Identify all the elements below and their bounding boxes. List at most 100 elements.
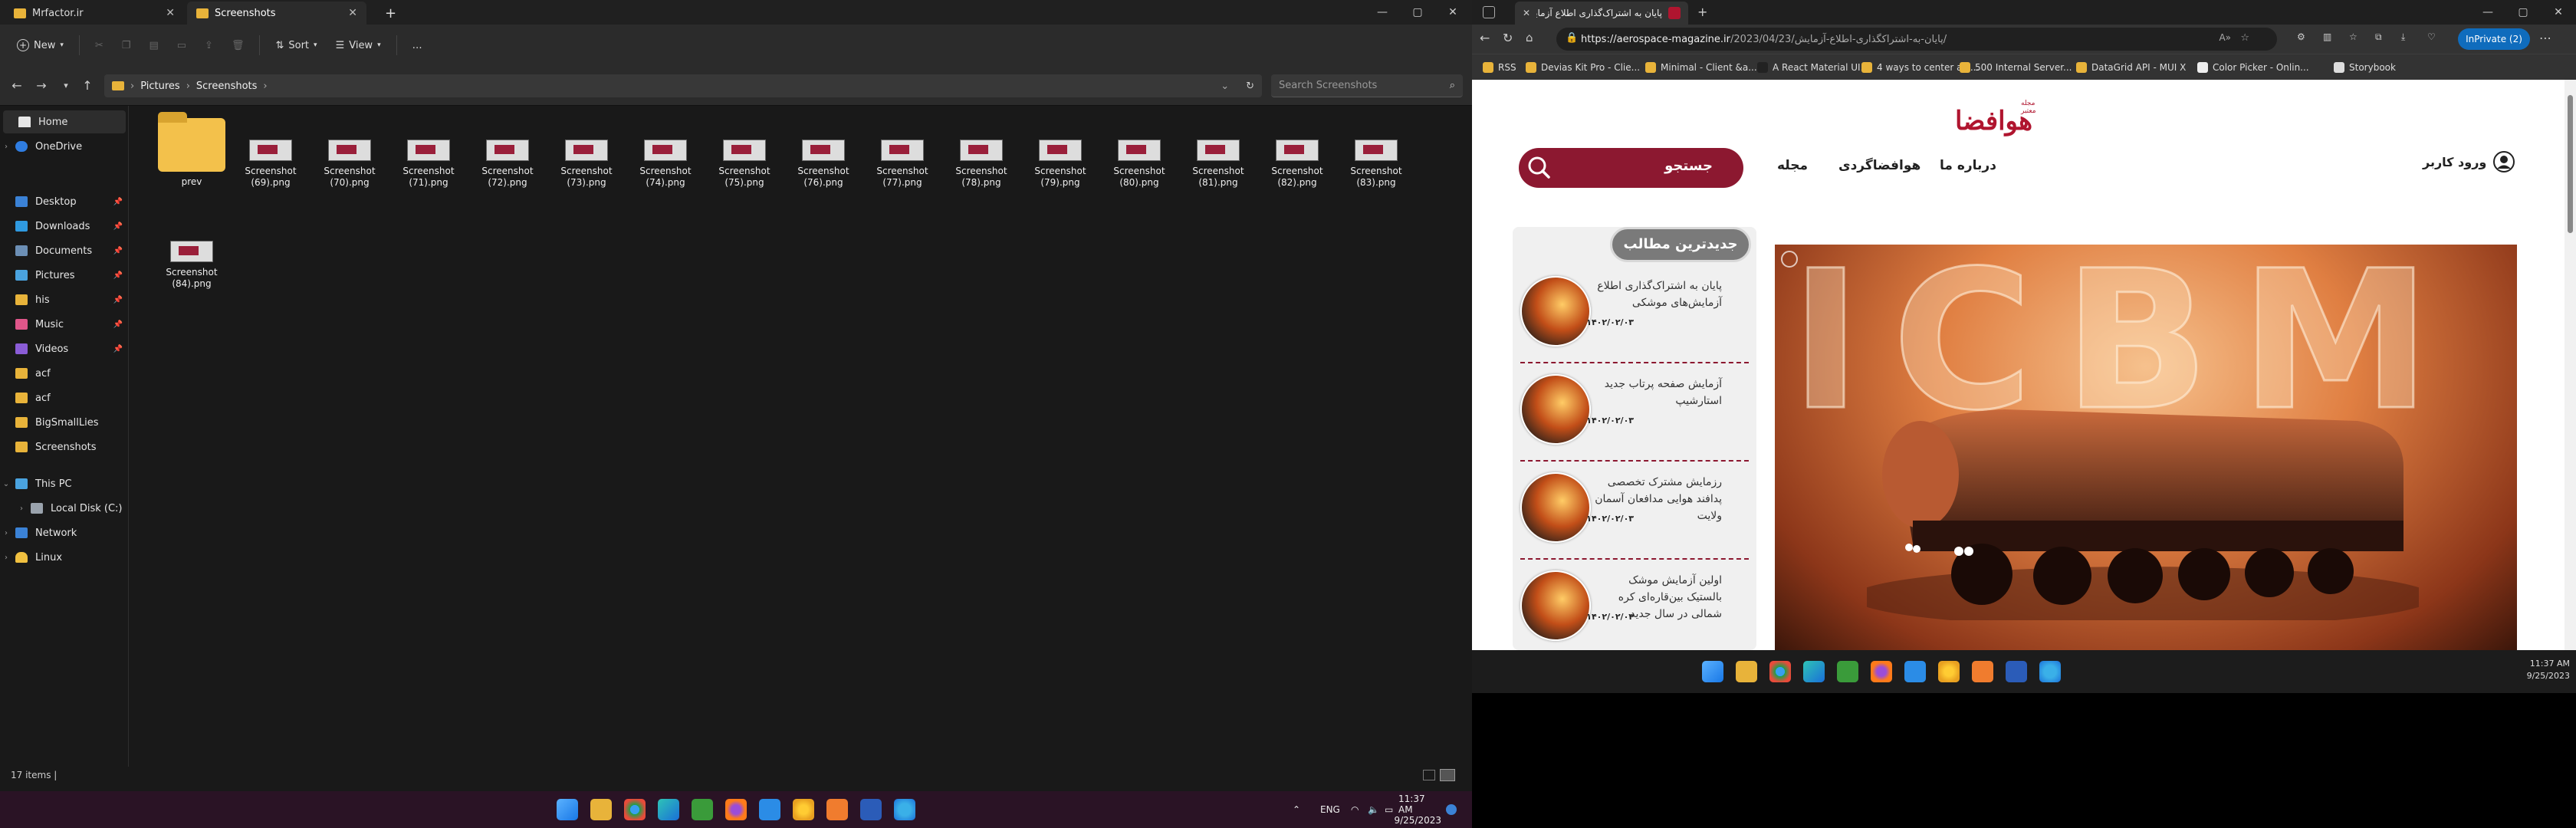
scrollbar-thumb[interactable] [2568,95,2573,233]
article-title[interactable]: آزمایش صفحه پرتاب جدید استارشیپ [1593,376,1722,409]
sort-button[interactable]: ⇅ Sort ▾ [268,32,324,58]
nav-local-disk[interactable]: › Local Disk (C:) [0,497,129,520]
article-card[interactable]: رزمایش مشترک تخصصی پدافند هوایی مدافعان … [1513,462,1756,560]
split-screen-icon[interactable]: ▥ [2323,31,2331,42]
bookmark-item[interactable]: A React Material UI... [1757,61,1869,74]
nav-quick-item[interactable]: Screenshots [0,435,129,458]
favorites-icon[interactable]: ☆ [2349,31,2358,42]
close-window-button[interactable]: ✕ [1435,0,1470,25]
forward-button[interactable]: → [31,77,52,95]
bookmark-item[interactable]: Devias Kit Pro - Clie... [1526,61,1640,74]
delete-button[interactable]: 🗑 [224,32,252,58]
edge-icon[interactable] [1803,661,1825,682]
nav-quick-item[interactable]: acf [0,362,129,385]
word-icon[interactable] [2006,661,2027,682]
firefox-icon[interactable] [725,799,747,820]
lock-icon[interactable]: 🔒 [1566,32,1578,44]
page-scrollbar[interactable] [2564,80,2576,650]
nav-quick-item[interactable]: Desktop 📌 [0,190,129,213]
file-item[interactable]: Screenshot (79).png [1020,115,1100,207]
nav-quick-item[interactable]: BigSmallLies [0,411,129,434]
minimize-button[interactable]: — [2470,0,2505,25]
file-item[interactable]: Screenshot (82).png [1257,115,1337,207]
nav-onedrive[interactable]: › OneDrive [0,135,129,158]
favorite-star-icon[interactable]: ☆ [2240,32,2249,44]
back-button[interactable]: ← [6,77,28,95]
refresh-icon[interactable]: ↻ [1246,80,1254,92]
bookmark-item[interactable]: Minimal - Client &a... [1645,61,1757,74]
paste-button[interactable]: ▤ [141,32,166,58]
tab-actions-icon[interactable] [1483,6,1495,18]
file-item[interactable]: Screenshot (72).png [468,115,547,207]
explorer-tab-screenshots[interactable]: Screenshots ✕ [187,2,366,25]
nav-quick-item[interactable]: acf [0,386,129,409]
home-button[interactable]: ⌂ [1526,31,1533,44]
app-icon[interactable] [1837,661,1858,682]
new-button[interactable]: + New ▾ [9,32,71,58]
chrome-icon[interactable] [624,799,646,820]
large-icons-view-icon[interactable] [1440,769,1455,781]
bookmark-item[interactable]: DataGrid API - MUI X [2076,61,2186,74]
edge-dev-icon[interactable] [2039,661,2061,682]
nav-linux[interactable]: › Linux [0,546,129,569]
file-item[interactable]: Screenshot (69).png [231,115,310,207]
collections-icon[interactable]: ⧉ [2375,31,2382,43]
article-card[interactable]: اولین آزمایش موشک بالستیک بین‌قاره‌ای کر… [1513,560,1756,650]
nav-magazine[interactable]: مجله [1777,158,1808,173]
file-item[interactable]: Screenshot (75).png [705,115,784,207]
file-item[interactable]: Screenshot (73).png [547,115,626,207]
xampp-icon[interactable] [826,799,848,820]
file-item[interactable]: Screenshot (84).png [152,216,232,308]
file-item[interactable]: Screenshot (71).png [389,115,468,207]
minimize-button[interactable]: — [1365,0,1400,25]
refresh-button[interactable]: ↻ [1503,31,1513,45]
bookmark-item[interactable]: RSS [1483,61,1516,74]
bookmark-item[interactable]: Color Picker - Onlin... [2197,61,2309,74]
close-icon[interactable]: ✕ [166,7,175,19]
login-link[interactable]: ورود کاربر [2423,150,2515,173]
file-item[interactable]: Screenshot (81).png [1178,115,1258,207]
address-bar[interactable]: › Pictures › Screenshots › ⌄ ↻ [104,74,1262,97]
edge-dev-icon[interactable] [894,799,915,820]
site-search[interactable]: جستجو [1519,148,1743,188]
more-menu-icon[interactable]: ⋯ [2539,31,2551,45]
copy-button[interactable]: ❐ [114,32,139,58]
browser-essentials-icon[interactable]: ♡ [2427,31,2436,42]
tray-chevron-icon[interactable]: ⌃ [1293,791,1300,828]
edge-icon[interactable] [658,799,679,820]
article-card[interactable]: آزمایش صفحه پرتاب جدید استارشیپ ۱۴۰۲/۰۲/۰… [1513,363,1756,462]
zoom-icon[interactable] [1781,251,1798,268]
start-windows-icon[interactable] [557,799,578,820]
explorer-tab-mrfactor[interactable]: Mrfactor.ir ✕ [5,2,184,25]
file-item[interactable]: Screenshot (70).png [310,115,389,207]
extensions-icon[interactable]: ⚙ [2297,31,2305,42]
xampp-icon[interactable] [1972,661,1993,682]
rename-button[interactable]: ▭ [169,32,194,58]
app-icon[interactable] [692,799,713,820]
battery-icon[interactable]: ▭ [1385,791,1393,828]
nav-quick-item[interactable]: Music 📌 [0,313,129,336]
browser-tab-active[interactable]: پایان به اشتراک‌گذاری اطلاع آزمایش... ✕ [1515,2,1688,25]
file-explorer-icon[interactable] [1736,661,1757,682]
wifi-icon[interactable]: ◠ [1351,791,1359,828]
hero-image[interactable]: ICBM [1775,245,2517,650]
new-tab-button[interactable]: + [379,2,402,25]
downloads-icon[interactable]: ⤓ [2401,31,2405,43]
file-item[interactable]: Screenshot (77).png [863,115,942,207]
read-aloud-icon[interactable]: A» [2219,32,2231,43]
file-item[interactable]: Screenshot (76).png [784,115,863,207]
language-indicator[interactable]: ENG [1320,791,1340,828]
nav-network[interactable]: › Network [0,521,129,544]
vscode-icon[interactable] [759,799,780,820]
nav-quick-item[interactable]: Documents 📌 [0,239,129,262]
chevron-down-icon[interactable]: ⌄ [1221,80,1229,92]
close-icon[interactable]: ✕ [348,7,357,19]
clock[interactable]: 11:37 AM 9/25/2023 [2521,658,2570,682]
url-bar[interactable]: 🔒 https://aerospace-magazine.ir/2023/04/… [1556,28,2277,51]
word-icon[interactable] [860,799,882,820]
recent-locations-button[interactable]: ▾ [55,77,77,95]
more-options-button[interactable]: … [405,32,430,58]
speaker-icon[interactable]: 🔈 [1368,791,1379,828]
notification-icon[interactable] [1446,791,1457,828]
close-window-button[interactable]: ✕ [2541,0,2576,25]
